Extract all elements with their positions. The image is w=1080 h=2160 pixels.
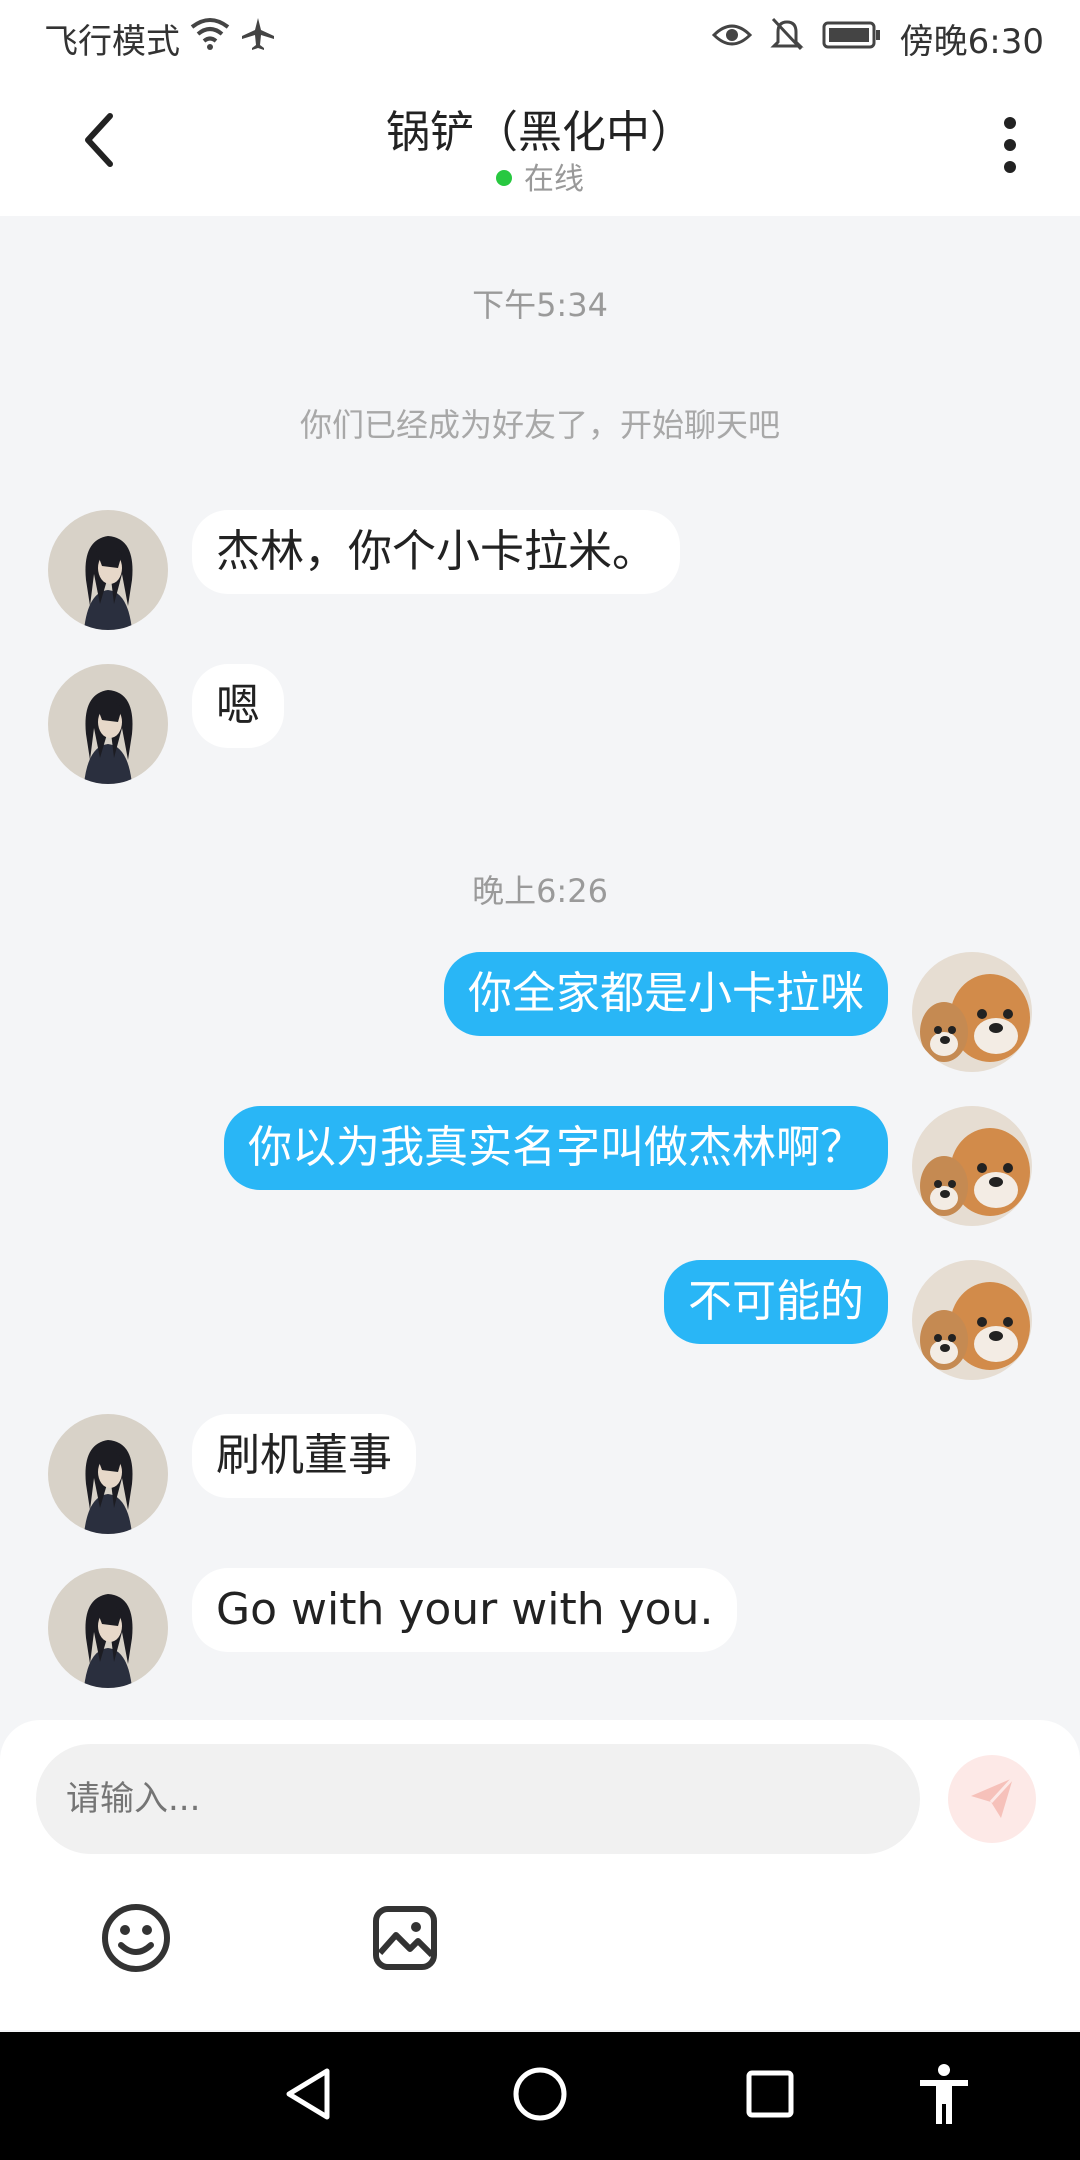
contact-avatar[interactable] [48, 1414, 168, 1534]
emoji-icon [101, 1903, 171, 1977]
composer [0, 1720, 1080, 2030]
contact-name: 锅铲（黑化中） [386, 107, 694, 158]
more-vertical-icon [1002, 115, 1018, 179]
self-avatar[interactable] [912, 952, 1032, 1072]
bell-off-icon [770, 16, 804, 61]
online-dot [496, 169, 512, 186]
battery-icon [822, 19, 882, 59]
message-bubble[interactable]: Go with your with you. [192, 1568, 738, 1652]
message-bubble[interactable]: 嗯 [192, 664, 284, 748]
timestamp: 晚上6:26 [472, 872, 608, 910]
eye-icon [711, 19, 752, 59]
contact-avatar[interactable] [48, 1568, 168, 1688]
airplane-mode-label: 飞行模式 [44, 22, 180, 62]
system-notice: 你们已经成为好友了，开始聊天吧 [299, 406, 780, 444]
message-bubble[interactable]: 不可能的 [664, 1260, 888, 1344]
timestamp: 下午5:34 [472, 286, 608, 324]
contact-avatar[interactable] [48, 510, 168, 630]
contact-avatar[interactable] [48, 664, 168, 784]
image-button[interactable] [367, 1902, 443, 1978]
message-bubble[interactable]: 你以为我真实名字叫做杰林啊？ [224, 1106, 888, 1190]
send-button[interactable] [948, 1755, 1036, 1843]
message-bubble[interactable]: 杰林，你个小卡拉米。 [192, 510, 680, 594]
online-status-label: 在线 [524, 162, 584, 197]
wifi-icon [190, 17, 230, 60]
triangle-back-icon [283, 2067, 333, 2125]
system-nav-bar [0, 2032, 1080, 2160]
accessibility-button[interactable] [912, 2064, 976, 2128]
self-avatar[interactable] [912, 1106, 1032, 1226]
status-bar: 飞行模式 傍晚6:30 [0, 0, 1080, 72]
nav-home-button[interactable] [508, 2064, 572, 2128]
emoji-button[interactable] [98, 1902, 174, 1978]
online-status: 在线 [0, 154, 1080, 198]
more-options-button[interactable] [980, 112, 1040, 182]
circle-home-icon [512, 2066, 568, 2126]
message-input[interactable] [36, 1744, 920, 1854]
nav-back-button[interactable] [276, 2064, 340, 2128]
send-icon [967, 1772, 1017, 1826]
clock: 傍晚6:30 [899, 22, 1044, 62]
message-bubble[interactable]: 你全家都是小卡拉咪 [444, 952, 888, 1036]
message-bubble[interactable]: 刷机董事 [192, 1414, 416, 1498]
nav-recents-button[interactable] [738, 2064, 802, 2128]
accessibility-icon [916, 2062, 972, 2130]
airplane-icon [240, 16, 276, 61]
square-recents-icon [745, 2069, 795, 2123]
message-list[interactable]: 下午5:34 你们已经成为好友了，开始聊天吧 杰林，你个小卡拉米。 嗯 晚上6:… [0, 216, 1080, 1721]
chat-header: 锅铲（黑化中） 在线 [0, 72, 1080, 216]
image-icon [372, 1905, 438, 1975]
self-avatar[interactable] [912, 1260, 1032, 1380]
